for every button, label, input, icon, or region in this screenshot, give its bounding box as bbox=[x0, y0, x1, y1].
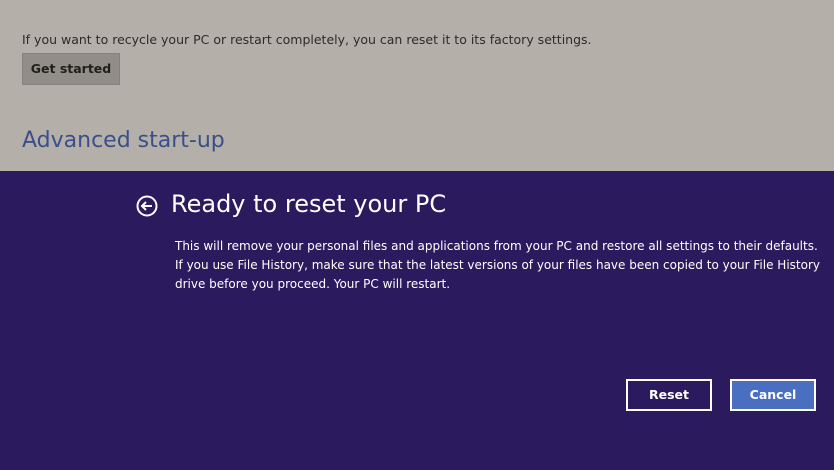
settings-panel: If you want to recycle your PC or restar… bbox=[0, 0, 834, 171]
dialog-body: This will remove your personal files and… bbox=[175, 239, 820, 291]
advanced-startup-heading: Advanced start-up bbox=[22, 128, 225, 153]
screen: If you want to recycle your PC or restar… bbox=[0, 0, 834, 470]
get-started-button[interactable]: Get started bbox=[22, 53, 120, 85]
back-arrow-icon[interactable] bbox=[136, 195, 158, 217]
cancel-button[interactable]: Cancel bbox=[730, 379, 816, 411]
dialog-title: Ready to reset your PC bbox=[171, 190, 447, 218]
reset-dialog: Ready to reset your PC This will remove … bbox=[0, 171, 834, 470]
reset-button[interactable]: Reset bbox=[626, 379, 712, 411]
reset-description: If you want to recycle your PC or restar… bbox=[22, 32, 592, 47]
